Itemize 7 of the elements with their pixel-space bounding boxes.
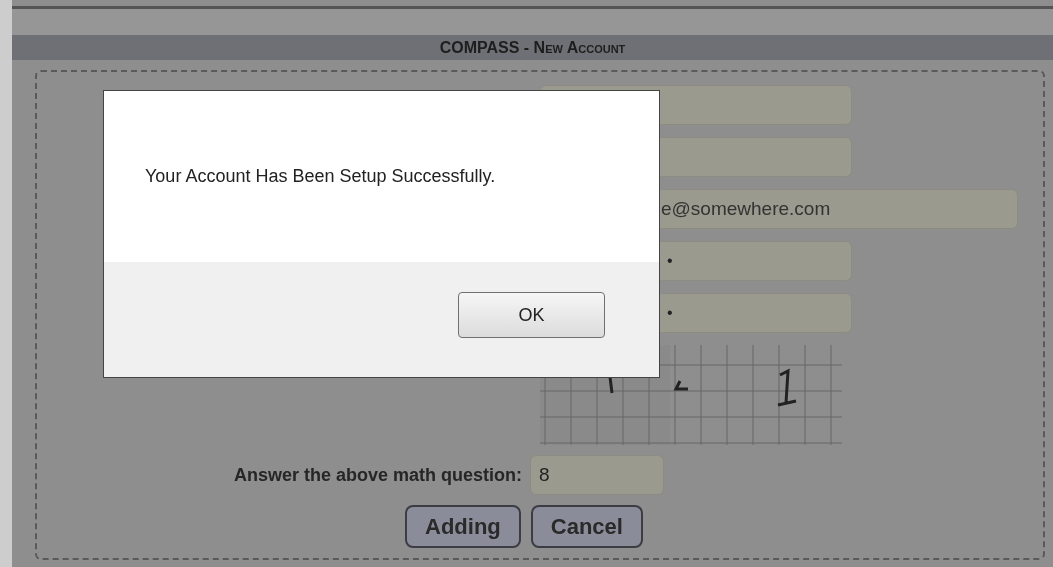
answer-field[interactable]: 8 (530, 455, 664, 495)
dialog-message: Your Account Has Been Setup Successfully. (145, 165, 496, 188)
window-title: COMPASS - New Account (439, 37, 626, 58)
answer-label: Answer the above math question: (233, 463, 522, 487)
submit-button[interactable]: Adding (405, 505, 521, 548)
ok-button[interactable]: OK (458, 292, 605, 338)
cancel-button[interactable]: Cancel (530, 505, 643, 548)
